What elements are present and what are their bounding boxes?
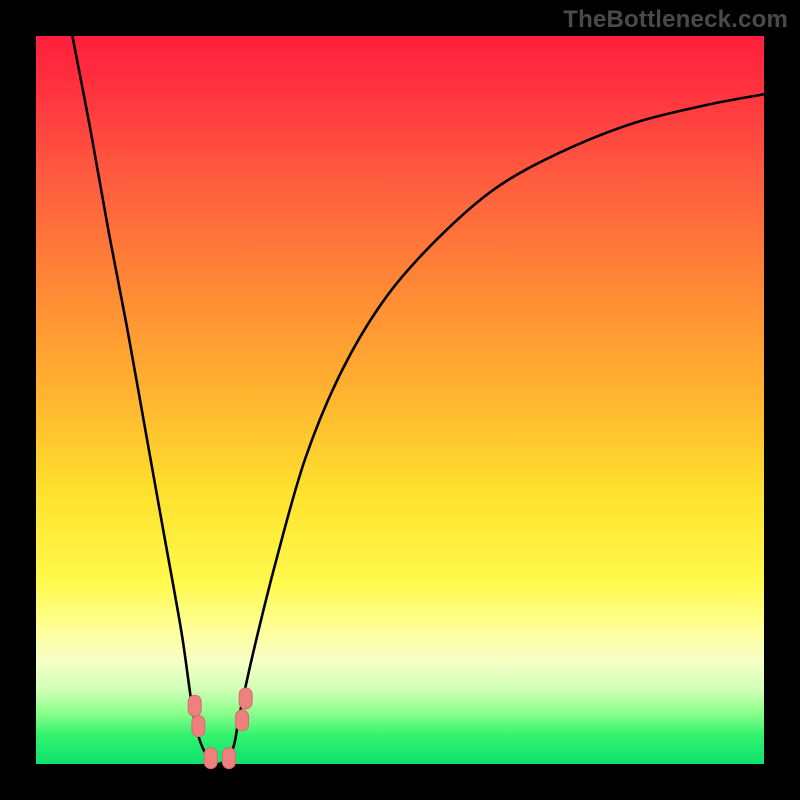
chart-frame: TheBottleneck.com — [0, 0, 800, 800]
marker-floor-right — [222, 748, 235, 769]
marker-layer — [188, 688, 252, 769]
plot-area — [36, 36, 764, 764]
marker-floor-left — [204, 748, 217, 769]
watermark-text: TheBottleneck.com — [563, 6, 788, 34]
marker-left-cluster-top — [188, 695, 201, 716]
bottleneck-curve-svg — [36, 36, 764, 764]
marker-right-cluster-bottom — [236, 710, 249, 731]
bottleneck-curve — [72, 36, 764, 764]
marker-right-cluster-top — [239, 688, 252, 709]
marker-left-cluster-bottom — [192, 716, 205, 737]
